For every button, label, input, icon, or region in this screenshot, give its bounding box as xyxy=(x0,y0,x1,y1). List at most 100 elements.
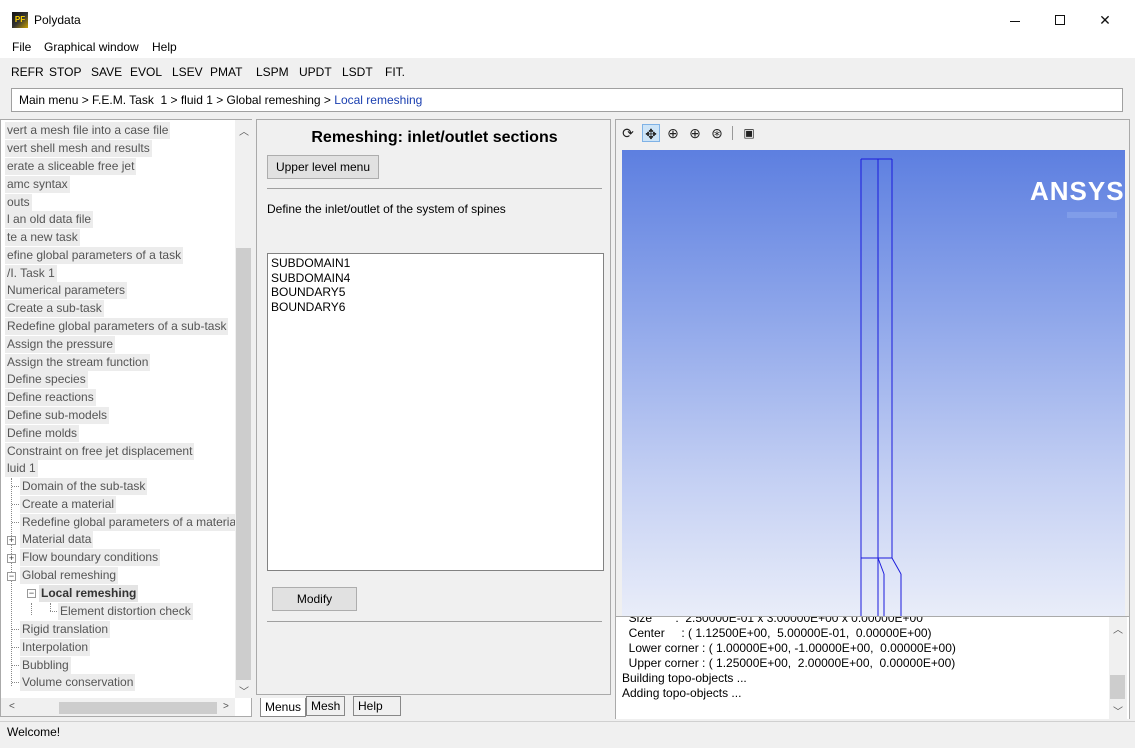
toolbar-lspm-button[interactable]: LSPM xyxy=(256,65,289,79)
tree-item[interactable]: Define sub-models xyxy=(5,407,110,424)
list-item[interactable]: SUBDOMAIN1 xyxy=(271,256,350,270)
minimize-icon xyxy=(1010,21,1020,22)
snapshot-icon[interactable]: ▣ xyxy=(740,124,758,142)
tree-item[interactable]: Define reactions xyxy=(5,389,96,406)
list-item[interactable]: BOUNDARY5 xyxy=(271,285,345,299)
collapse-icon[interactable]: − xyxy=(7,572,16,581)
tree-item[interactable]: Define molds xyxy=(5,425,80,442)
tree-item[interactable]: te a new task xyxy=(5,229,80,246)
tree-item-create-material[interactable]: Create a material xyxy=(20,496,117,513)
tree-item[interactable]: Assign the pressure xyxy=(5,336,116,353)
window-title: Polydata xyxy=(34,13,81,27)
tab-mesh[interactable]: Mesh xyxy=(306,696,346,716)
tree-item-redefine-material[interactable]: Redefine global parameters of a material xyxy=(20,514,235,531)
scroll-down-icon[interactable]: ﹀ xyxy=(1113,703,1123,718)
tree-item[interactable]: Assign the stream function xyxy=(5,354,151,371)
mesh-drawing xyxy=(860,158,902,616)
tree-item-bubbling[interactable]: Bubbling xyxy=(20,657,71,674)
breadcrumb: Main menu > F.E.M. Task 1 > fluid 1 > Gl… xyxy=(11,88,1123,112)
mesh-edge xyxy=(877,557,885,575)
console-line: Center : ( 1.12500E+00, 5.00000E-01, 0.0… xyxy=(622,626,932,640)
expand-icon[interactable]: + xyxy=(7,536,16,545)
minimize-button[interactable] xyxy=(992,6,1038,34)
tree-item[interactable]: Constraint on free jet displacement xyxy=(5,443,195,460)
console-line: Building topo-objects ... xyxy=(622,671,747,685)
tree-item[interactable]: luid 1 xyxy=(5,460,38,477)
scroll-up-icon[interactable]: ︿ xyxy=(239,123,249,138)
toolbar-refr-button[interactable]: REFR xyxy=(11,65,44,79)
tree-item[interactable]: outs xyxy=(5,194,32,211)
tree-item[interactable]: Redefine global parameters of a sub-task xyxy=(5,318,229,335)
menu-file[interactable]: File xyxy=(12,40,31,54)
tab-help[interactable]: Help xyxy=(353,696,401,716)
tree-item-interpolation[interactable]: Interpolation xyxy=(20,639,91,656)
toolbar-evol-button[interactable]: EVOL xyxy=(130,65,162,79)
toolbar-lsev-button[interactable]: LSEV xyxy=(172,65,203,79)
tree-item[interactable]: amc syntax xyxy=(5,176,70,193)
tree-item[interactable]: erate a sliceable free jet xyxy=(5,158,137,175)
menu-tree: vert a mesh file into a case file vert s… xyxy=(1,120,235,698)
upper-level-menu-button[interactable]: Upper level menu xyxy=(267,155,379,179)
tree-item-distortion-check[interactable]: Element distortion check xyxy=(58,603,193,620)
menu-graphical-window[interactable]: Graphical window xyxy=(44,40,139,54)
graphics-viewport[interactable]: ANSYS xyxy=(622,150,1125,616)
status-text: Welcome! xyxy=(7,725,61,739)
tree-item[interactable]: Numerical parameters xyxy=(5,282,128,299)
tree-item-local-remeshing[interactable]: Local remeshing xyxy=(39,585,139,602)
zoom-icon[interactable]: ⊕ xyxy=(664,124,682,142)
tree-item-volume-conservation[interactable]: Volume conservation xyxy=(20,674,136,691)
divider xyxy=(267,621,602,622)
toolbar-divider xyxy=(732,126,733,140)
tree-item[interactable]: Create a sub-task xyxy=(5,300,104,317)
breadcrumb-current: Local remeshing xyxy=(334,93,423,107)
tree-item-global-remeshing[interactable]: Global remeshing xyxy=(20,567,119,584)
panel-description: Define the inlet/outlet of the system of… xyxy=(267,202,506,216)
tree-item-material-data[interactable]: Material data xyxy=(20,531,94,548)
console-output[interactable]: Size : 2.50000E-01 x 3.00000E+00 x 0.000… xyxy=(616,616,1129,719)
scroll-right-icon[interactable]: > xyxy=(223,701,229,712)
toolbar-pmat-button[interactable]: PMAT xyxy=(210,65,242,79)
tree-item-flow-bc[interactable]: Flow boundary conditions xyxy=(20,549,161,566)
pan-icon[interactable]: ✥ xyxy=(642,124,660,142)
console-scroll-thumb[interactable] xyxy=(1110,675,1125,699)
collapse-icon[interactable]: − xyxy=(27,589,36,598)
section-listbox[interactable]: SUBDOMAIN1 SUBDOMAIN4 BOUNDARY5 BOUNDARY… xyxy=(267,253,604,571)
breadcrumb-path[interactable]: Main menu > F.E.M. Task 1 > fluid 1 > Gl… xyxy=(19,93,334,107)
scroll-down-icon[interactable]: ﹀ xyxy=(239,683,249,698)
rotate-icon[interactable]: ⟳ xyxy=(619,124,637,142)
close-button[interactable]: ✕ xyxy=(1082,6,1128,34)
expand-icon[interactable]: + xyxy=(7,554,16,563)
tree-item[interactable]: Define species xyxy=(5,371,88,388)
toolbar-lsdt-button[interactable]: LSDT xyxy=(342,65,373,79)
console-line: Size : 2.50000E-01 x 3.00000E+00 x 0.000… xyxy=(622,616,923,625)
tree-item-rigid-translation[interactable]: Rigid translation xyxy=(20,621,111,638)
toolbar-save-button[interactable]: SAVE xyxy=(91,65,122,79)
maximize-icon xyxy=(1055,15,1065,25)
scroll-left-icon[interactable]: < xyxy=(9,701,15,712)
zoom-in-icon[interactable]: ⊕ xyxy=(686,124,704,142)
tree-scroll-thumb[interactable] xyxy=(236,248,251,680)
modify-button[interactable]: Modify xyxy=(272,587,357,611)
tree-item[interactable]: vert a mesh file into a case file xyxy=(5,122,171,139)
tab-menus[interactable]: Menus xyxy=(260,698,307,717)
tree-item[interactable]: l an old data file xyxy=(5,211,94,228)
status-bar: Welcome! xyxy=(0,721,1135,748)
zoom-box-icon[interactable]: ⊛ xyxy=(708,124,726,142)
list-item[interactable]: BOUNDARY6 xyxy=(271,300,345,314)
close-icon: ✕ xyxy=(1099,12,1111,28)
tree-hscroll-thumb[interactable] xyxy=(59,702,217,714)
scroll-up-icon[interactable]: ︿ xyxy=(1113,621,1123,636)
tree-item[interactable]: efine global parameters of a task xyxy=(5,247,184,264)
tree-item-domain[interactable]: Domain of the sub-task xyxy=(20,478,148,495)
tree-connector xyxy=(31,603,32,615)
toolbar-updt-button[interactable]: UPDT xyxy=(299,65,332,79)
console-line: Upper corner : ( 1.25000E+00, 2.00000E+0… xyxy=(622,656,956,670)
menu-help[interactable]: Help xyxy=(152,40,177,54)
tree-item[interactable]: /I. Task 1 xyxy=(5,265,57,282)
maximize-button[interactable] xyxy=(1037,6,1083,34)
list-item[interactable]: SUBDOMAIN4 xyxy=(271,271,350,285)
tree-item[interactable]: vert shell mesh and results xyxy=(5,140,152,157)
toolbar-fit-button[interactable]: FIT. xyxy=(385,65,405,79)
toolbar-stop-button[interactable]: STOP xyxy=(49,65,81,79)
menu-tree-panel: vert a mesh file into a case file vert s… xyxy=(0,119,252,717)
